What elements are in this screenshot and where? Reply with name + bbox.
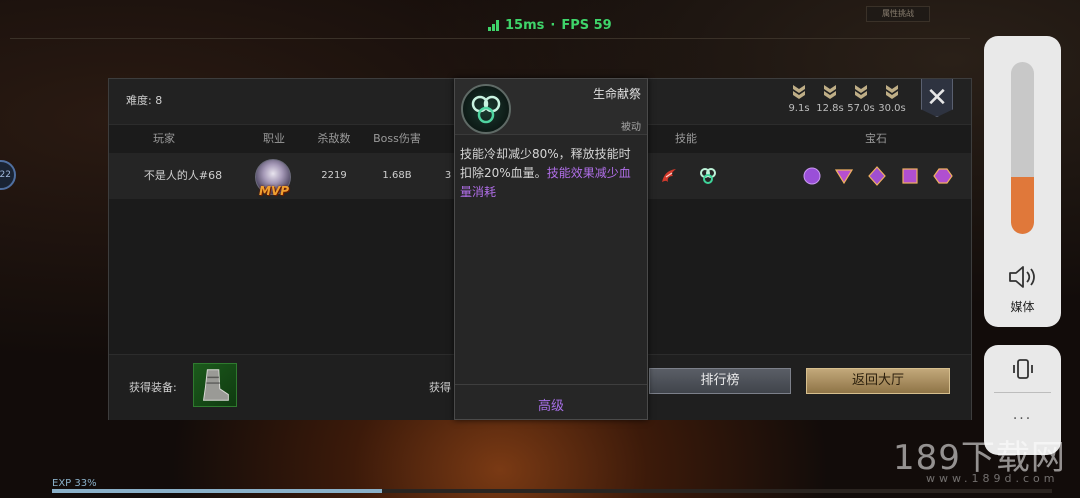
left-player-badge[interactable]: 22 [0, 160, 16, 190]
rank-timer: 30.0s [877, 83, 907, 114]
chevron-rank-icon [855, 85, 867, 99]
purple-orb-gem-icon[interactable] [802, 166, 822, 186]
chevron-rank-icon [793, 85, 805, 99]
mvp-badge: MVP [259, 184, 290, 198]
column-header-skills: 技能 [675, 132, 697, 145]
red-dragon-skill-icon[interactable] [658, 165, 680, 187]
chevron-rank-icon [886, 85, 898, 99]
rank-timers: 9.1s 12.8s 57.0s 30.0s [784, 83, 907, 114]
top-right-tag[interactable]: 属性挑战 [866, 6, 930, 22]
equipment-label-2: 获得 [429, 381, 451, 394]
green-clover-skill-icon[interactable] [697, 165, 719, 187]
square-gem-icon[interactable] [900, 166, 920, 186]
volume-panel: 媒体 [984, 36, 1061, 327]
skill-name: 生命献祭 [592, 87, 641, 101]
exp-progress-bar [52, 489, 1052, 493]
skill-level: 高级 [537, 399, 564, 414]
exp-label: EXP 33% [52, 478, 97, 489]
volume-slider-fill [1011, 177, 1034, 234]
fps-text: FPS 59 [561, 17, 612, 33]
close-button[interactable]: ✕ [921, 79, 953, 117]
player-name: 不是人的人#68 [143, 169, 223, 182]
rank-timer: 9.1s [784, 83, 814, 114]
inverted-triangle-gem-icon[interactable] [834, 166, 854, 186]
return-lobby-button[interactable]: 返回大厅 [806, 368, 950, 394]
rank-time: 57.0s [847, 103, 875, 114]
green-clover-skill-icon [471, 95, 501, 124]
partial-cell: 3 [444, 170, 452, 181]
equipment-item[interactable] [193, 363, 237, 407]
chevron-rank-icon [824, 85, 836, 99]
tooltip-divider [455, 384, 647, 385]
signal-icon [488, 19, 499, 31]
vibration-divider [994, 392, 1051, 393]
rank-time: 9.1s [788, 103, 810, 114]
column-header-boss-damage: Boss伤害 [373, 132, 421, 145]
diamond-gem-icon[interactable] [867, 166, 887, 186]
network-status: 15ms · FPS 59 [488, 16, 612, 34]
volume-slider[interactable] [1011, 62, 1034, 234]
close-icon: ✕ [926, 82, 948, 113]
skill-type: 被动 [621, 122, 641, 133]
skill-description: 技能冷却减少80%，释放技能时扣除20%血量。技能效果减少血量消耗 [460, 145, 642, 202]
more-options-button[interactable]: ... [984, 407, 1061, 423]
column-header-gems: 宝石 [865, 132, 887, 145]
rank-time: 30.0s [878, 103, 906, 114]
kill-count: 2219 [321, 170, 347, 181]
watermark-url: www.189d.com [926, 472, 1059, 485]
column-header-player: 玩家 [153, 132, 175, 145]
vibrate-icon[interactable] [1010, 357, 1036, 381]
leaderboard-button[interactable]: 排行榜 [649, 368, 791, 394]
boss-damage: 1.68B [382, 170, 412, 181]
rank-time: 12.8s [816, 103, 844, 114]
hexagon-gem-icon[interactable] [933, 166, 953, 186]
skill-tooltip: 生命献祭 被动 技能冷却减少80%，释放技能时扣除20%血量。技能效果减少血量消… [454, 78, 648, 420]
rank-timer: 12.8s [815, 83, 845, 114]
latency-text: 15ms [505, 17, 545, 33]
equipment-label: 获得装备: [129, 381, 177, 394]
boot-icon [202, 369, 229, 401]
difficulty-label: 难度: 8 [126, 94, 163, 107]
skill-icon [461, 84, 511, 134]
volume-label: 媒体 [1010, 300, 1035, 314]
status-separator: · [550, 17, 556, 33]
exp-progress-fill [52, 489, 382, 493]
rank-timer: 57.0s [846, 83, 876, 114]
hud-top-line [10, 38, 970, 39]
tooltip-header: 生命献祭 被动 [455, 79, 647, 135]
speaker-icon[interactable] [1006, 263, 1038, 291]
column-header-kills: 杀敌数 [317, 132, 351, 145]
